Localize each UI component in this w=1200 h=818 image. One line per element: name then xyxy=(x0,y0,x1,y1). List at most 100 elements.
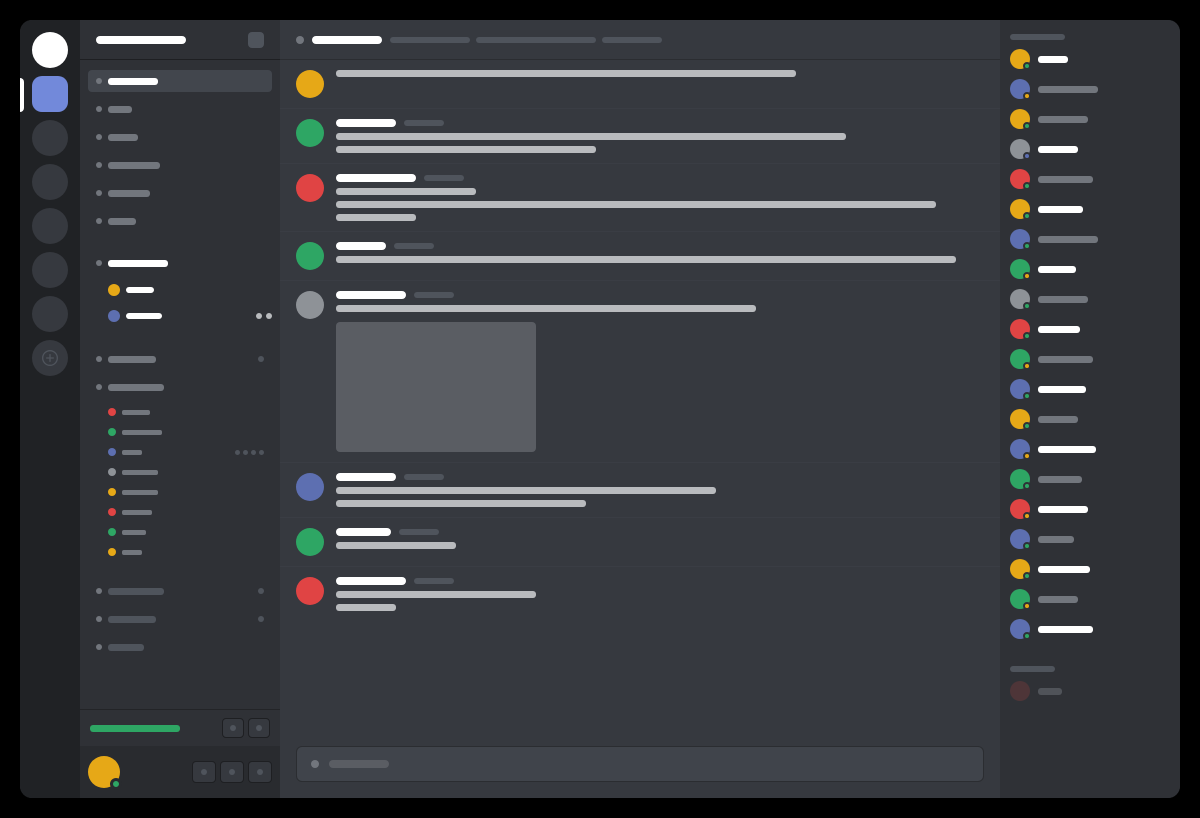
voice-user[interactable] xyxy=(108,544,272,560)
voice-channel-item[interactable] xyxy=(88,252,272,274)
message-author-avatar[interactable] xyxy=(296,577,324,605)
message-timestamp xyxy=(424,175,464,181)
member-item[interactable] xyxy=(1010,438,1170,460)
voice-user[interactable] xyxy=(108,504,272,520)
member-item[interactable] xyxy=(1010,78,1170,100)
message-author-avatar[interactable] xyxy=(296,473,324,501)
channel-action-icon[interactable] xyxy=(258,588,264,594)
member-item[interactable] xyxy=(1010,228,1170,250)
member-item[interactable] xyxy=(1010,108,1170,130)
voice-user[interactable] xyxy=(108,464,272,480)
server-dropdown-icon[interactable] xyxy=(248,32,264,48)
message-body xyxy=(336,242,984,270)
member-item[interactable] xyxy=(1010,198,1170,220)
message-author-name[interactable] xyxy=(336,174,416,182)
message-body xyxy=(336,291,984,452)
member-name xyxy=(1038,446,1096,453)
channel-label xyxy=(108,356,156,363)
add-attachment-icon[interactable] xyxy=(311,760,319,768)
member-name xyxy=(1038,206,1083,213)
member-item[interactable] xyxy=(1010,588,1170,610)
text-channel-item[interactable] xyxy=(88,210,272,232)
message-header xyxy=(336,473,984,481)
status-indicator-icon xyxy=(1023,182,1031,190)
channel-label xyxy=(108,190,150,197)
server-icon[interactable] xyxy=(32,252,68,288)
server-icon[interactable] xyxy=(32,296,68,332)
message-author-name[interactable] xyxy=(336,119,396,127)
message-content-line xyxy=(336,256,956,263)
text-channel-item[interactable] xyxy=(88,182,272,204)
member-item[interactable] xyxy=(1010,558,1170,580)
current-user-avatar[interactable] xyxy=(88,756,120,788)
message-author-avatar[interactable] xyxy=(296,174,324,202)
member-item[interactable] xyxy=(1010,48,1170,70)
server-header[interactable] xyxy=(80,20,280,60)
text-channel-item[interactable] xyxy=(88,98,272,120)
voice-user-name xyxy=(122,450,142,455)
message-input[interactable] xyxy=(296,746,984,782)
message-author-avatar[interactable] xyxy=(296,242,324,270)
member-item[interactable] xyxy=(1010,138,1170,160)
message-attachment[interactable] xyxy=(336,322,536,452)
server-icon[interactable] xyxy=(32,164,68,200)
text-channel-item[interactable] xyxy=(88,608,272,630)
voice-info-button[interactable] xyxy=(222,718,244,738)
message-author-name[interactable] xyxy=(336,473,396,481)
member-item[interactable] xyxy=(1010,378,1170,400)
member-item[interactable] xyxy=(1010,528,1170,550)
text-channel-item[interactable] xyxy=(88,348,272,370)
member-item[interactable] xyxy=(1010,168,1170,190)
message-author-avatar[interactable] xyxy=(296,119,324,147)
voice-user[interactable] xyxy=(88,306,272,326)
voice-user[interactable] xyxy=(108,444,272,460)
message-author-name[interactable] xyxy=(336,242,386,250)
member-item[interactable] xyxy=(1010,318,1170,340)
settings-button[interactable] xyxy=(248,761,272,783)
text-channel-item[interactable] xyxy=(88,376,272,398)
channel-label xyxy=(108,134,138,141)
server-icon[interactable] xyxy=(32,120,68,156)
member-item[interactable] xyxy=(1010,288,1170,310)
channel-action-icon[interactable] xyxy=(258,356,264,362)
member-item[interactable] xyxy=(1010,258,1170,280)
role-header xyxy=(1010,666,1055,672)
server-icon[interactable] xyxy=(32,208,68,244)
voice-user-avatar xyxy=(108,284,120,296)
member-item[interactable] xyxy=(1010,498,1170,520)
message-author-name[interactable] xyxy=(336,528,391,536)
voice-user-actions[interactable] xyxy=(235,450,264,455)
voice-user[interactable] xyxy=(108,484,272,500)
text-channel-item[interactable] xyxy=(88,126,272,148)
mute-button[interactable] xyxy=(192,761,216,783)
message xyxy=(280,567,1000,621)
text-channel-item[interactable] xyxy=(88,580,272,602)
message-author-avatar[interactable] xyxy=(296,528,324,556)
channel-label xyxy=(108,588,164,595)
server-icon-selected[interactable] xyxy=(32,76,68,112)
text-channel-item[interactable] xyxy=(88,154,272,176)
voice-user-actions[interactable] xyxy=(256,313,272,319)
voice-user[interactable] xyxy=(88,280,272,300)
member-item[interactable] xyxy=(1010,468,1170,490)
home-button[interactable] xyxy=(32,32,68,68)
disconnect-button[interactable] xyxy=(248,718,270,738)
voice-user[interactable] xyxy=(108,404,272,420)
text-channel-item[interactable] xyxy=(88,70,272,92)
channel-action-icon[interactable] xyxy=(258,616,264,622)
message-author-name[interactable] xyxy=(336,577,406,585)
message-author-name[interactable] xyxy=(336,291,406,299)
message-author-avatar[interactable] xyxy=(296,70,324,98)
member-item[interactable] xyxy=(1010,408,1170,430)
message-author-avatar[interactable] xyxy=(296,291,324,319)
member-item[interactable] xyxy=(1010,680,1170,702)
deafen-button[interactable] xyxy=(220,761,244,783)
add-server-button[interactable] xyxy=(32,340,68,376)
member-item[interactable] xyxy=(1010,348,1170,370)
member-item[interactable] xyxy=(1010,618,1170,640)
voice-user[interactable] xyxy=(108,424,272,440)
dot-icon xyxy=(259,450,264,455)
server-name xyxy=(96,36,186,44)
text-channel-item[interactable] xyxy=(88,636,272,658)
voice-user[interactable] xyxy=(108,524,272,540)
